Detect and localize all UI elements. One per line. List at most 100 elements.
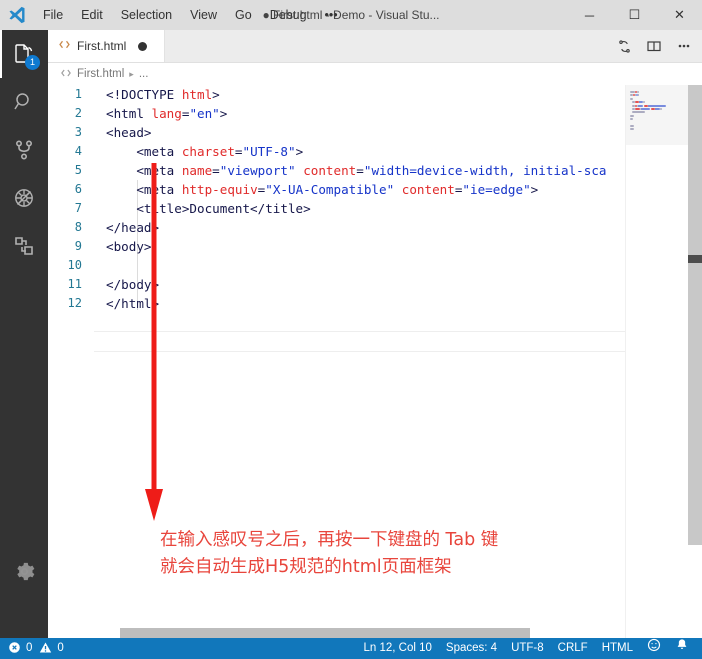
minimap-line — [630, 98, 633, 100]
code-line[interactable]: 12</html> — [48, 294, 626, 313]
activity-bar: 1 — [0, 30, 48, 639]
error-icon[interactable] — [8, 641, 21, 657]
sidebar-item-source-control[interactable] — [0, 126, 48, 174]
minimap-line — [638, 105, 644, 107]
line-number: 4 — [48, 142, 94, 161]
line-content[interactable]: <meta charset="UTF-8"> — [94, 142, 303, 161]
minimap[interactable] — [625, 85, 688, 640]
menu-item-view[interactable]: View — [181, 0, 226, 30]
breadcrumb-more[interactable]: ... — [139, 68, 149, 80]
tab-first-html[interactable]: First.html — [48, 30, 165, 62]
breadcrumb-separator-icon: ▸ — [129, 69, 134, 80]
code-line[interactable]: 6 <meta http-equiv="X-UA-Compatible" con… — [48, 180, 626, 199]
error-count[interactable]: 0 — [24, 638, 36, 659]
sidebar-item-explorer[interactable]: 1 — [0, 30, 48, 78]
code-token: content — [303, 163, 356, 178]
line-content[interactable]: <html lang="en"> — [94, 104, 227, 123]
code-token: > — [212, 87, 220, 102]
html-file-icon — [58, 38, 71, 54]
line-content[interactable]: </body> — [94, 275, 159, 294]
code-editor[interactable]: 1<!DOCTYPE html>2<html lang="en">3<head>… — [48, 85, 702, 640]
code-line[interactable]: 1<!DOCTYPE html> — [48, 85, 626, 104]
current-line-border — [94, 331, 702, 332]
code-line[interactable]: 3<head> — [48, 123, 626, 142]
code-lines[interactable]: 1<!DOCTYPE html>2<html lang="en">3<head>… — [48, 85, 626, 313]
code-token: > — [220, 106, 228, 121]
code-line[interactable]: 5 <meta name="viewport" content="width=d… — [48, 161, 626, 180]
code-line[interactable]: 2<html lang="en"> — [48, 104, 626, 123]
code-token: = — [235, 144, 243, 159]
line-number: 1 — [48, 85, 94, 104]
menu-item-debug[interactable]: Debug — [261, 0, 316, 30]
warning-count[interactable]: 0 — [55, 638, 67, 659]
code-token: = — [212, 163, 220, 178]
line-number: 9 — [48, 237, 94, 256]
minimap-line — [660, 108, 662, 110]
menu-item-edit[interactable]: Edit — [72, 0, 112, 30]
line-number: 6 — [48, 180, 94, 199]
sidebar-item-extensions[interactable] — [0, 222, 48, 270]
menu-item-go[interactable]: Go — [226, 0, 261, 30]
menu-bar: File Edit Selection View Go Debug ••• — [34, 0, 347, 30]
code-line[interactable]: 4 <meta charset="UTF-8"> — [48, 142, 626, 161]
code-token: <meta — [106, 163, 182, 178]
code-token: lang — [152, 106, 182, 121]
line-content[interactable]: <head> — [94, 123, 152, 142]
line-content[interactable]: <body> — [94, 237, 152, 256]
code-line[interactable]: 8</head> — [48, 218, 626, 237]
line-number: 2 — [48, 104, 94, 123]
bell-icon[interactable] — [668, 638, 696, 659]
gear-icon[interactable] — [0, 547, 48, 595]
code-token: <meta — [106, 182, 182, 197]
close-button[interactable]: ✕ — [657, 0, 702, 30]
code-line[interactable]: 10 — [48, 256, 626, 275]
sidebar-item-debug[interactable] — [0, 174, 48, 222]
sync-icon[interactable] — [610, 32, 638, 60]
menu-item-selection[interactable]: Selection — [112, 0, 181, 30]
vertical-scrollbar-thumb[interactable] — [688, 255, 702, 263]
code-token: </html> — [106, 296, 159, 311]
breadcrumb-file[interactable]: First.html — [77, 68, 124, 80]
code-line[interactable]: 9<body> — [48, 237, 626, 256]
line-number: 7 — [48, 199, 94, 218]
minimap-line — [643, 101, 645, 103]
minimize-button[interactable]: ─ — [567, 0, 612, 30]
line-number: 5 — [48, 161, 94, 180]
code-token: <title>Document</title> — [106, 201, 311, 216]
vscode-window: File Edit Selection View Go Debug ••• ● … — [0, 0, 702, 659]
smiley-icon[interactable] — [640, 638, 668, 659]
line-content[interactable]: <meta name="viewport" content="width=dev… — [94, 161, 607, 180]
vertical-scrollbar[interactable] — [688, 85, 702, 545]
code-token: "X-UA-Compatible" — [265, 182, 394, 197]
code-line[interactable]: 7 <title>Document</title> — [48, 199, 626, 218]
line-content[interactable]: <title>Document</title> — [94, 199, 311, 218]
menu-item-more[interactable]: ••• — [316, 0, 347, 30]
cursor-position[interactable]: Ln 12, Col 10 — [356, 638, 438, 659]
line-content[interactable]: </head> — [94, 218, 159, 237]
line-content[interactable]: </html> — [94, 294, 159, 313]
line-content[interactable]: <meta http-equiv="X-UA-Compatible" conte… — [94, 180, 538, 199]
annotation-line-2: 就会自动生成H5规范的html页面框架 — [160, 554, 498, 581]
minimap-line — [648, 105, 666, 107]
explorer-badge: 1 — [25, 55, 40, 70]
language-mode[interactable]: HTML — [595, 638, 640, 659]
dirty-indicator-icon[interactable] — [138, 42, 147, 51]
eol[interactable]: CRLF — [551, 638, 595, 659]
menu-item-file[interactable]: File — [34, 0, 72, 30]
split-editor-icon[interactable] — [640, 32, 668, 60]
line-content[interactable] — [94, 256, 106, 275]
code-token: charset — [182, 144, 235, 159]
ellipsis-icon[interactable] — [670, 32, 698, 60]
sidebar-item-search[interactable] — [0, 78, 48, 126]
editor-group: First.html — [48, 30, 702, 639]
encoding[interactable]: UTF-8 — [504, 638, 551, 659]
code-token: name — [182, 163, 212, 178]
line-content[interactable]: <!DOCTYPE html> — [94, 85, 220, 104]
annotation-text: 在输入感叹号之后，再按一下键盘的 Tab 键 就会自动生成H5规范的html页面… — [160, 527, 498, 581]
warning-icon[interactable] — [39, 641, 52, 657]
code-token: http-equiv — [182, 182, 258, 197]
minimap-line — [637, 91, 639, 93]
indentation[interactable]: Spaces: 4 — [439, 638, 504, 659]
maximize-button[interactable]: ☐ — [612, 0, 657, 30]
code-line[interactable]: 11</body> — [48, 275, 626, 294]
